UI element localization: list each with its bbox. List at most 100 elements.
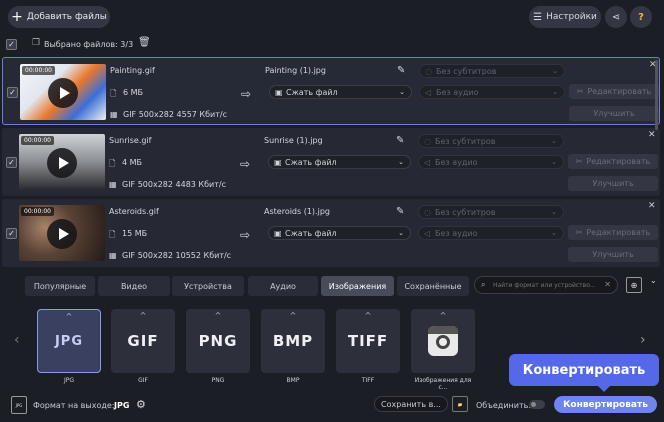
file-checkbox[interactable]: ✓: [6, 157, 17, 168]
chevron-up-icon: ^: [65, 312, 73, 321]
share-button[interactable]: ⋖: [605, 6, 627, 28]
file-checkbox[interactable]: ✓: [6, 228, 17, 239]
compress-select[interactable]: ▣ Сжать файл ⌄: [269, 85, 412, 99]
compress-select[interactable]: ▣ Сжать файл ⌄: [268, 155, 411, 169]
file-info-icon: ▦: [109, 251, 117, 260]
settings-button[interactable]: ☰ Настройки: [529, 6, 601, 28]
file-row[interactable]: ✓ 00:00:00 Sunrise.gif 🗋 4 МБ ▦ GIF 500x…: [2, 128, 660, 196]
file-info-icon: ▦: [110, 110, 118, 119]
format-label-social: Изображения для с...: [414, 377, 472, 391]
audio-select[interactable]: ◁ Без аудио ⌄: [418, 226, 564, 240]
enhance-label: Улучшить: [592, 250, 634, 259]
audio-label: Без аудио: [435, 228, 478, 238]
subtitles-select[interactable]: ◌ Без субтитров ⌄: [418, 205, 564, 219]
file-thumbnail[interactable]: 00:00:00: [19, 205, 105, 261]
clear-search-icon[interactable]: ✕: [604, 280, 611, 289]
output-filename: Asteroids (1).jpg: [264, 207, 330, 216]
play-icon[interactable]: [47, 219, 77, 249]
subtitles-select[interactable]: ◌ Без субтитров ⌄: [419, 64, 565, 78]
list-scrollbar[interactable]: [655, 60, 658, 130]
format-card-gif[interactable]: ^ GIF: [111, 309, 175, 373]
format-label-jpg: JPG: [63, 377, 75, 384]
output-format-label: Формат на выходе:: [33, 401, 115, 410]
edit-button[interactable]: ✂ Редактировать: [568, 154, 658, 169]
rename-pencil-icon[interactable]: ✎: [396, 206, 404, 217]
add-format-button[interactable]: ⊕: [626, 277, 642, 293]
chevron-down-icon: ⌄: [551, 137, 557, 145]
file-checkbox[interactable]: ✓: [7, 87, 18, 98]
edit-button[interactable]: ✂ Редактировать: [569, 84, 659, 99]
rename-pencil-icon[interactable]: ✎: [397, 65, 405, 76]
tab-video[interactable]: Видео: [98, 276, 170, 296]
chevron-down-icon: ⌄: [398, 229, 404, 237]
formats-next-icon[interactable]: ›: [640, 332, 646, 348]
edit-button[interactable]: ✂ Редактировать: [568, 225, 658, 240]
enhance-button[interactable]: Улучшить: [568, 176, 658, 191]
file-info: GIF 500x282 10552 Кбит/с: [122, 251, 232, 260]
chevron-down-icon: ⌄: [551, 208, 557, 216]
instagram-icon: [428, 326, 458, 356]
convert-tooltip-text: Конвертировать: [522, 362, 646, 378]
duration-badge: 00:00:00: [21, 207, 54, 216]
enhance-button[interactable]: Улучшить: [569, 106, 659, 121]
tab-devices[interactable]: Устройства: [172, 276, 244, 296]
select-all-checkbox[interactable]: ✓: [6, 39, 17, 50]
enhance-button[interactable]: Улучшить: [568, 247, 658, 262]
audio-select[interactable]: ◁ Без аудио ⌄: [419, 85, 565, 99]
file-info-icon: ▦: [109, 180, 117, 189]
format-card-png[interactable]: ^ PNG: [186, 309, 250, 373]
formats-prev-icon[interactable]: ‹: [14, 332, 20, 348]
save-folder-button[interactable]: 📁: [452, 396, 468, 412]
subtitles-select[interactable]: ◌ Без субтитров ⌄: [418, 134, 564, 148]
file-info: GIF 500x282 4483 Кбит/с: [122, 180, 226, 189]
audio-select[interactable]: ◁ Без аудио ⌄: [418, 155, 564, 169]
output-filename: Sunrise (1).jpg: [264, 136, 323, 145]
compress-icon: ▣: [274, 157, 282, 167]
format-card-jpg[interactable]: ^ JPG: [37, 309, 101, 373]
gear-icon[interactable]: ⚙: [136, 398, 146, 411]
chevron-up-icon: ^: [214, 311, 222, 320]
subtitles-label: Без субтитров: [435, 136, 496, 146]
compress-label: Сжать файл: [286, 87, 338, 97]
search-input[interactable]: [493, 279, 605, 291]
format-label-bmp: BMP: [286, 377, 300, 384]
output-format-value: JPG: [114, 401, 130, 410]
file-thumbnail[interactable]: 00:00:00: [19, 134, 105, 190]
remove-file-icon[interactable]: ✕: [648, 130, 656, 140]
sliders-icon: ☰: [533, 11, 543, 23]
chevron-down-icon: ⌄: [551, 158, 557, 166]
compress-icon: ▣: [275, 87, 283, 97]
convert-button[interactable]: Конвертировать: [554, 396, 657, 413]
format-card-bmp[interactable]: ^ BMP: [261, 309, 325, 373]
merge-toggle[interactable]: [529, 400, 545, 409]
format-card-tiff[interactable]: ^ TIFF: [336, 309, 400, 373]
compress-select[interactable]: ▣ Сжать файл ⌄: [268, 226, 411, 240]
tab-audio[interactable]: Аудио: [248, 276, 318, 296]
save-to-select[interactable]: Сохранить в...: [374, 396, 448, 412]
file-row[interactable]: ✓ 00:00:00 Asteroids.gif 🗋 15 МБ ▦ GIF 5…: [2, 199, 660, 267]
tab-images[interactable]: Изображения: [321, 276, 394, 296]
file-thumbnail[interactable]: 00:00:00: [20, 64, 106, 120]
rename-pencil-icon[interactable]: ✎: [396, 135, 404, 146]
format-card-social[interactable]: ^: [411, 309, 475, 373]
enhance-label: Улучшить: [592, 179, 634, 188]
play-icon[interactable]: [48, 78, 78, 108]
format-logo-gif: GIF: [127, 332, 159, 350]
trash-icon[interactable]: 🗑: [138, 37, 151, 48]
play-icon[interactable]: [47, 148, 77, 178]
file-row[interactable]: ✓ 00:00:00 Painting.gif 🗋 6 МБ ▦ GIF 500…: [2, 57, 660, 125]
subtitles-icon: ◌: [424, 136, 431, 146]
chevron-up-icon: ^: [364, 311, 372, 320]
help-button[interactable]: ?: [630, 6, 652, 28]
speaker-icon: ◁: [424, 228, 431, 238]
collapse-panel-icon[interactable]: ⌄: [650, 276, 657, 285]
add-files-button[interactable]: + Добавить файлы: [8, 6, 110, 28]
share-icon: ⋖: [611, 11, 621, 23]
output-format-badge-text: JPG: [15, 402, 23, 408]
format-search[interactable]: ⌕ ✕: [474, 276, 618, 294]
tab-saved[interactable]: Сохранённые: [397, 276, 469, 296]
compress-label: Сжать файл: [285, 157, 337, 167]
file-size-icon: 🗋: [109, 159, 116, 168]
remove-file-icon[interactable]: ✕: [648, 201, 656, 211]
tab-popular[interactable]: Популярные: [25, 276, 95, 296]
